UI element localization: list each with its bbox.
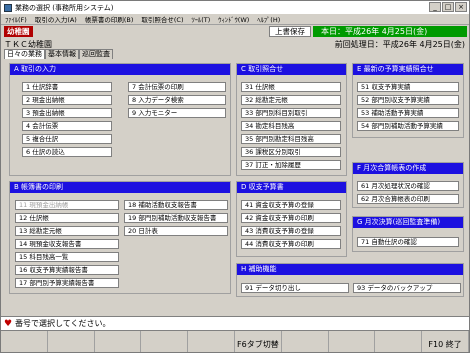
function-key-bar: F6タブ切替 F10 終了 bbox=[1, 330, 469, 352]
panel-inquiry: C 取引照合せ 31 仕訳帳 32 総勘定元帳 33 部門別科目別取引 34 勘… bbox=[236, 63, 347, 176]
tab-audit[interactable]: 巡回監査 bbox=[79, 49, 113, 59]
menu-item-32[interactable]: 32 総勘定元帳 bbox=[241, 95, 341, 105]
fkey-9[interactable] bbox=[375, 331, 423, 352]
org-type-badge: 幼稚園 bbox=[4, 26, 33, 37]
menu-item-20[interactable]: 20 日計表 bbox=[124, 226, 228, 236]
menu-item-33[interactable]: 33 部門別科目別取引 bbox=[241, 108, 341, 118]
tab-strip: 日々の業務 基本情報 巡回監査 bbox=[4, 49, 113, 59]
menu-item-37[interactable]: 37 訂正・加除履歴 bbox=[241, 160, 341, 170]
window-title: 業務の選択 (事務所用システム) bbox=[15, 3, 114, 12]
menu-bar: ﾌｧｲﾙ(F) 取引の入力(A) 帳票書の印刷(B) 取引照合せ(C) ﾂｰﾙ(… bbox=[1, 14, 469, 25]
panel-budget-title: D 収支予算書 bbox=[237, 182, 346, 193]
panel-inquiry-title: C 取引照合せ bbox=[237, 64, 346, 75]
status-message: 番号で選択してください。 bbox=[15, 319, 111, 328]
menu-item-62[interactable]: 62 月次合算帳表の印刷 bbox=[357, 194, 459, 204]
menu-print[interactable]: 帳票書の印刷(B) bbox=[81, 14, 138, 24]
menu-help[interactable]: ﾍﾙﾌﾟ(H) bbox=[253, 14, 284, 24]
menu-item-13[interactable]: 13 総勘定元帳 bbox=[15, 226, 119, 236]
fkey-8[interactable] bbox=[329, 331, 376, 352]
panel-budget: D 収支予算書 41 資金収支予算の登録 42 資金収支予算の印刷 43 消費収… bbox=[236, 181, 347, 257]
menu-item-9[interactable]: 9 入力モニター bbox=[128, 108, 226, 118]
fkey-3[interactable] bbox=[95, 331, 142, 352]
menu-item-16[interactable]: 16 収支予算実績報告書 bbox=[15, 265, 119, 275]
menu-item-35[interactable]: 35 部門別勘定科目残高 bbox=[241, 134, 341, 144]
menu-item-93[interactable]: 93 データのバックアップ bbox=[353, 283, 461, 293]
fkey-5[interactable] bbox=[188, 331, 235, 352]
previous-process-date: 前回処理日：平成26年 4月25日(金) bbox=[334, 40, 465, 49]
menu-entry[interactable]: 取引の入力(A) bbox=[31, 14, 81, 24]
fkey-4[interactable] bbox=[141, 331, 189, 352]
panel-entry-title: A 取引の入力 bbox=[10, 64, 230, 75]
menu-item-51[interactable]: 51 収支予算実績 bbox=[357, 82, 459, 92]
menu-item-44[interactable]: 44 消費収支予算の印刷 bbox=[241, 239, 341, 249]
panel-monthly-settlement-title: G 月次決算(巡回監査準備) bbox=[353, 217, 463, 228]
today-date: 本日：平成26年 4月25日(金) bbox=[313, 26, 467, 37]
menu-item-52[interactable]: 52 部門別収支予算実績 bbox=[357, 95, 459, 105]
menu-item-36[interactable]: 36 課税区分別取引 bbox=[241, 147, 341, 157]
panel-monthly-total-title: F 月次合算帳表の作成 bbox=[353, 163, 463, 174]
fkey-7[interactable] bbox=[282, 331, 329, 352]
tab-daily[interactable]: 日々の業務 bbox=[4, 49, 45, 59]
menu-item-53[interactable]: 53 補助活動予算実績 bbox=[357, 108, 459, 118]
menu-item-61[interactable]: 61 月次処理状況の確認 bbox=[357, 181, 459, 191]
panel-utilities: H 補助機能 91 データ切り出し 93 データのバックアップ bbox=[236, 263, 464, 297]
menu-item-12[interactable]: 12 仕訳帳 bbox=[15, 213, 119, 223]
menu-item-1[interactable]: 1 仕訳辞書 bbox=[22, 82, 112, 92]
close-button[interactable]: × bbox=[455, 2, 467, 12]
menu-item-14[interactable]: 14 現預金収支報告書 bbox=[15, 239, 119, 249]
panel-print: B 帳簿書の印刷 11 現預金出納帳 12 仕訳帳 13 総勘定元帳 14 現預… bbox=[9, 181, 231, 294]
menu-file[interactable]: ﾌｧｲﾙ(F) bbox=[1, 14, 31, 24]
menu-item-71[interactable]: 71 自動仕訳の確認 bbox=[357, 237, 459, 247]
fkey-1[interactable] bbox=[1, 331, 48, 352]
menu-item-5[interactable]: 5 複合仕訳 bbox=[22, 134, 112, 144]
menu-item-2[interactable]: 2 現金出納帳 bbox=[22, 95, 112, 105]
menu-inquiry[interactable]: 取引照合せ(C) bbox=[137, 14, 187, 24]
title-bar: 業務の選択 (事務所用システム) _ □ × bbox=[1, 1, 469, 14]
panel-monthly-settlement: G 月次決算(巡回監査準備) 71 自動仕訳の確認 bbox=[352, 216, 464, 252]
menu-item-8[interactable]: 8 入力データ検索 bbox=[128, 95, 226, 105]
menu-item-17[interactable]: 17 部門別予算実績報告書 bbox=[15, 278, 119, 288]
fkey-10-exit[interactable]: F10 終了 bbox=[422, 331, 469, 352]
menu-window[interactable]: ｳｨﾝﾄﾞｳ(W) bbox=[214, 14, 253, 24]
minimize-button[interactable]: _ bbox=[429, 2, 441, 12]
menu-item-4[interactable]: 4 会計伝票 bbox=[22, 121, 112, 131]
panel-utilities-title: H 補助機能 bbox=[237, 264, 463, 275]
menu-item-15[interactable]: 15 科目残高一覧 bbox=[15, 252, 119, 262]
menu-item-6[interactable]: 6 仕訳の読込 bbox=[22, 147, 112, 157]
heart-icon: ♥ bbox=[4, 319, 13, 329]
maximize-button[interactable]: □ bbox=[442, 2, 454, 12]
menu-item-43[interactable]: 43 消費収支予算の登録 bbox=[241, 226, 341, 236]
panel-print-title: B 帳簿書の印刷 bbox=[10, 182, 230, 193]
panel-latest-budget-title: E 最新の予算実績照合せ bbox=[353, 64, 463, 75]
menu-item-41[interactable]: 41 資金収支予算の登録 bbox=[241, 200, 341, 210]
menu-item-34[interactable]: 34 勘定科目残高 bbox=[241, 121, 341, 131]
menu-item-42[interactable]: 42 資金収支予算の印刷 bbox=[241, 213, 341, 223]
fkey-2[interactable] bbox=[48, 331, 95, 352]
main-window: 業務の選択 (事務所用システム) _ □ × ﾌｧｲﾙ(F) 取引の入力(A) … bbox=[0, 0, 470, 353]
menu-item-91[interactable]: 91 データ切り出し bbox=[241, 283, 349, 293]
menu-item-11: 11 現預金出納帳 bbox=[15, 200, 119, 210]
menu-tools[interactable]: ﾂｰﾙ(T) bbox=[188, 14, 215, 24]
menu-item-7[interactable]: 7 会計伝票の印刷 bbox=[128, 82, 226, 92]
menu-item-31[interactable]: 31 仕訳帳 bbox=[241, 82, 341, 92]
panel-monthly-total: F 月次合算帳表の作成 61 月次処理状況の確認 62 月次合算帳表の印刷 bbox=[352, 162, 464, 208]
tab-basic-info[interactable]: 基本情報 bbox=[45, 49, 79, 59]
status-bar: ♥ 番号で選択してください。 bbox=[1, 316, 469, 330]
panel-latest-budget: E 最新の予算実績照合せ 51 収支予算実績 52 部門別収支予算実績 53 補… bbox=[352, 63, 464, 138]
menu-item-19[interactable]: 19 部門別補助活動収支報告書 bbox=[124, 213, 228, 223]
panel-entry: A 取引の入力 1 仕訳辞書 2 現金出納帳 3 預金出納帳 4 会計伝票 5 … bbox=[9, 63, 231, 176]
menu-item-54[interactable]: 54 部門別補助活動予算実績 bbox=[357, 121, 459, 131]
save-button[interactable]: 上書保存 bbox=[269, 26, 311, 37]
menu-item-3[interactable]: 3 預金出納帳 bbox=[22, 108, 112, 118]
fkey-6-tab-switch[interactable]: F6タブ切替 bbox=[235, 331, 282, 352]
menu-item-18[interactable]: 18 補助活動収支報告書 bbox=[124, 200, 228, 210]
app-icon bbox=[4, 3, 12, 12]
